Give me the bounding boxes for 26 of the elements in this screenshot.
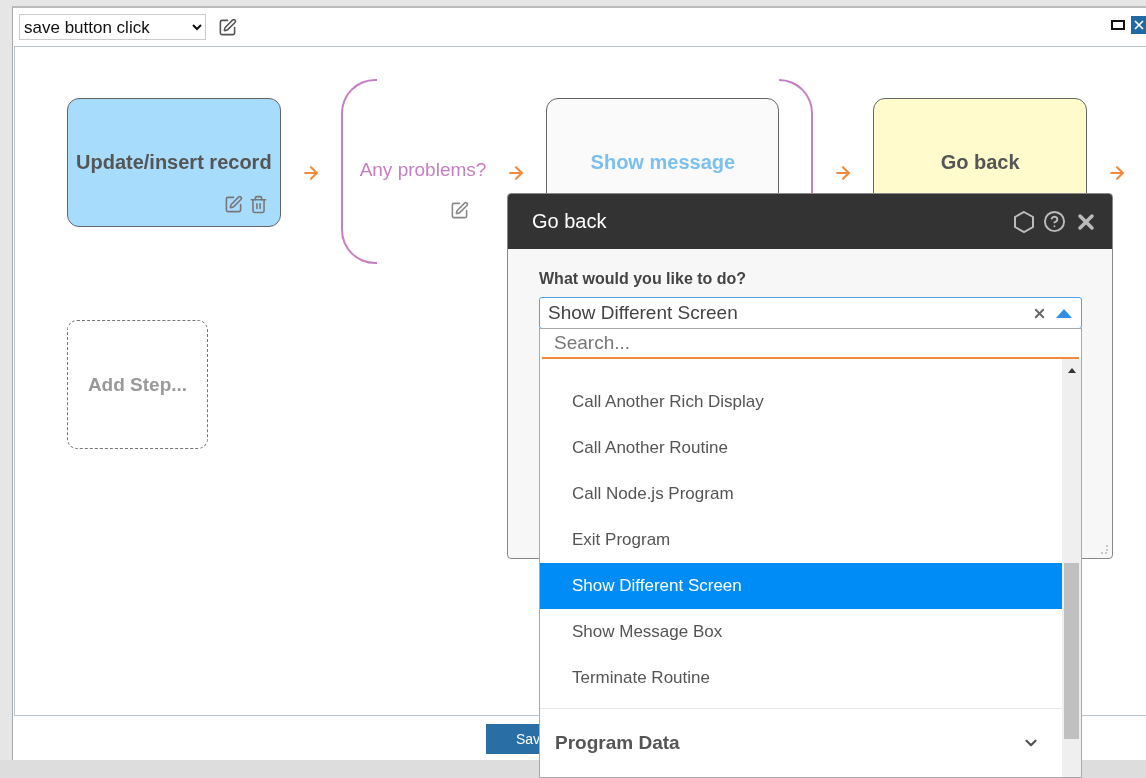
menu-item[interactable]: Call Node.js Program bbox=[540, 471, 1062, 517]
maximize-icon[interactable] bbox=[1111, 20, 1125, 30]
step-label: Go back bbox=[940, 151, 1020, 174]
event-select[interactable]: save button click bbox=[19, 14, 206, 40]
arrow-icon bbox=[1107, 163, 1127, 183]
hexagon-icon[interactable] bbox=[1013, 209, 1035, 234]
trash-icon[interactable] bbox=[248, 195, 268, 214]
step-label: Update/insert record bbox=[76, 151, 272, 174]
menu-item[interactable]: Terminate Routine bbox=[540, 655, 1062, 701]
edit-icon[interactable] bbox=[223, 195, 243, 214]
help-icon[interactable] bbox=[1043, 210, 1066, 233]
caret-up-icon[interactable] bbox=[1055, 308, 1073, 318]
field-label: What would you like to do? bbox=[539, 270, 748, 288]
edit-icon[interactable] bbox=[449, 201, 469, 220]
close-button[interactable] bbox=[1131, 16, 1146, 34]
step-node[interactable]: Update/insert record bbox=[67, 98, 281, 227]
group-label: Program Data bbox=[555, 732, 680, 754]
resize-grip-icon[interactable] bbox=[1099, 545, 1108, 554]
action-select[interactable]: Show Different Screen bbox=[539, 297, 1082, 329]
menu-item[interactable]: Exit Program bbox=[540, 517, 1062, 563]
menu-item[interactable]: Call Another Rich Display bbox=[540, 379, 1062, 425]
menu-item[interactable]: Call Another Routine bbox=[540, 425, 1062, 471]
step-label: Show message bbox=[590, 151, 736, 174]
edit-icon[interactable] bbox=[218, 17, 237, 37]
menu-item[interactable]: Show Message Box bbox=[540, 609, 1062, 655]
scrollbar[interactable] bbox=[1062, 359, 1081, 777]
